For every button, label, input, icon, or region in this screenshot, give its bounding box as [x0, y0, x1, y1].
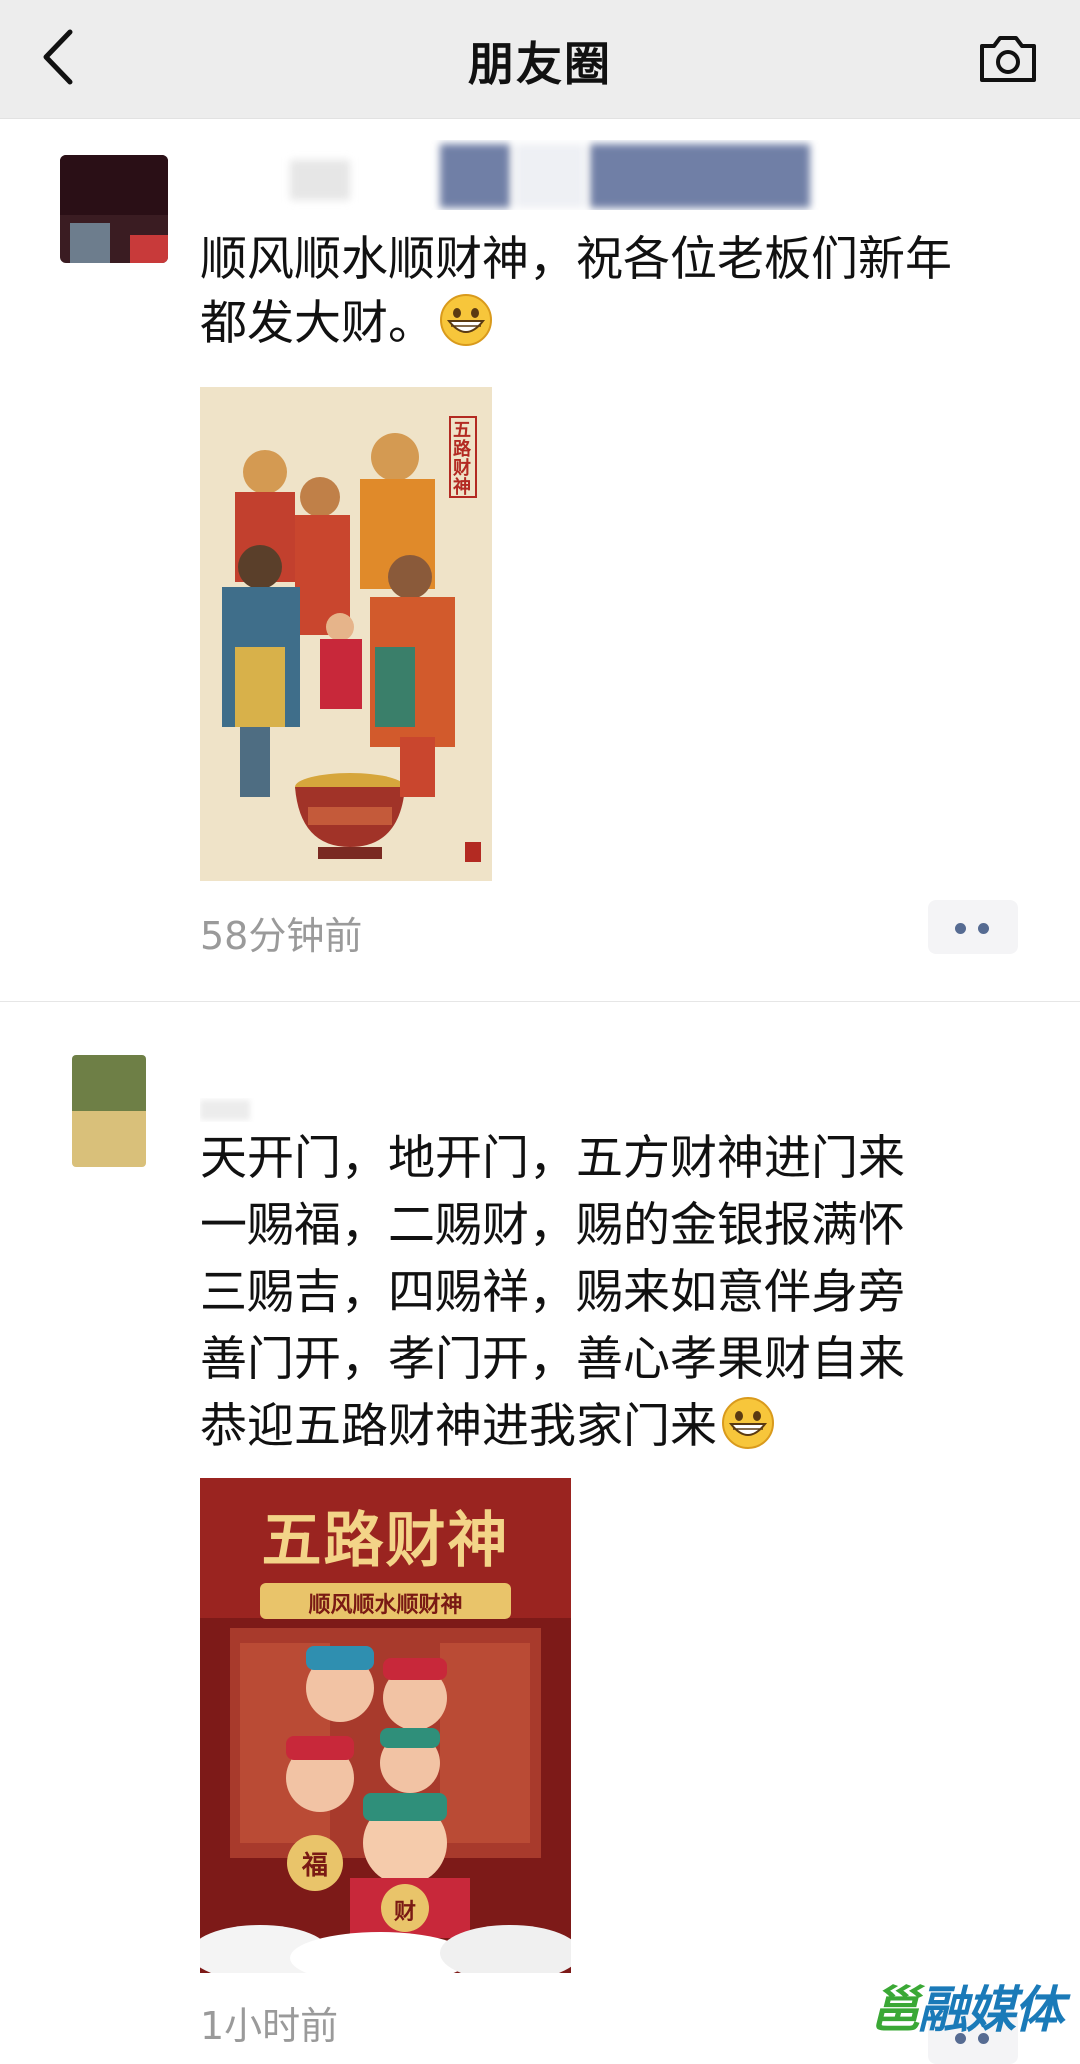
watermark-part-a: 邕	[870, 1981, 920, 2039]
watermark-part-b: 融媒体	[918, 1981, 1064, 2039]
post-divider	[0, 1001, 1080, 1002]
post-text-content: 顺风顺水顺财神，祝各位老板们新年 都发大财。	[200, 232, 952, 351]
post-timestamp: 1小时前	[200, 2004, 339, 2048]
more-actions-button[interactable]	[928, 900, 1018, 954]
more-dots-icon	[955, 923, 966, 934]
navigation-bar: 朋友圈	[0, 0, 1080, 119]
post-timestamp: 58分钟前	[200, 914, 363, 958]
camera-icon[interactable]	[976, 30, 1040, 86]
grinning-face-emoji	[440, 294, 492, 346]
image-subtitle: 顺风顺水顺财神	[308, 1592, 463, 1618]
post-text: 顺风顺水顺财神，祝各位老板们新年 都发大财。	[200, 228, 1020, 356]
more-dots-icon	[978, 923, 989, 934]
image-vertical-label: 五路财神	[453, 420, 471, 498]
nickname-blurred[interactable]	[200, 140, 820, 210]
avatar[interactable]	[60, 155, 168, 263]
image-title: 五路财神	[261, 1506, 510, 1576]
post-image[interactable]: 五路财神	[200, 387, 492, 881]
image-badge-cai: 财	[393, 1899, 416, 1925]
image-badge-fu: 福	[301, 1851, 328, 1881]
post-text-content: 天开门，地开门，五方财神进门来 一赐福，二赐财，赐的金银报满怀 三赐吉，四赐祥，…	[200, 1131, 905, 1454]
post-image[interactable]: 五路财神 顺风顺水顺财神 福 财	[200, 1478, 571, 1973]
page-title: 朋友圈	[468, 37, 612, 91]
grinning-face-emoji	[722, 1397, 774, 1449]
avatar[interactable]	[72, 1055, 146, 1167]
post-text: 天开门，地开门，五方财神进门来 一赐福，二赐财，赐的金银报满怀 三赐吉，四赐祥，…	[200, 1125, 1020, 1460]
source-watermark-logo: 邕融媒体	[870, 1970, 1064, 2042]
